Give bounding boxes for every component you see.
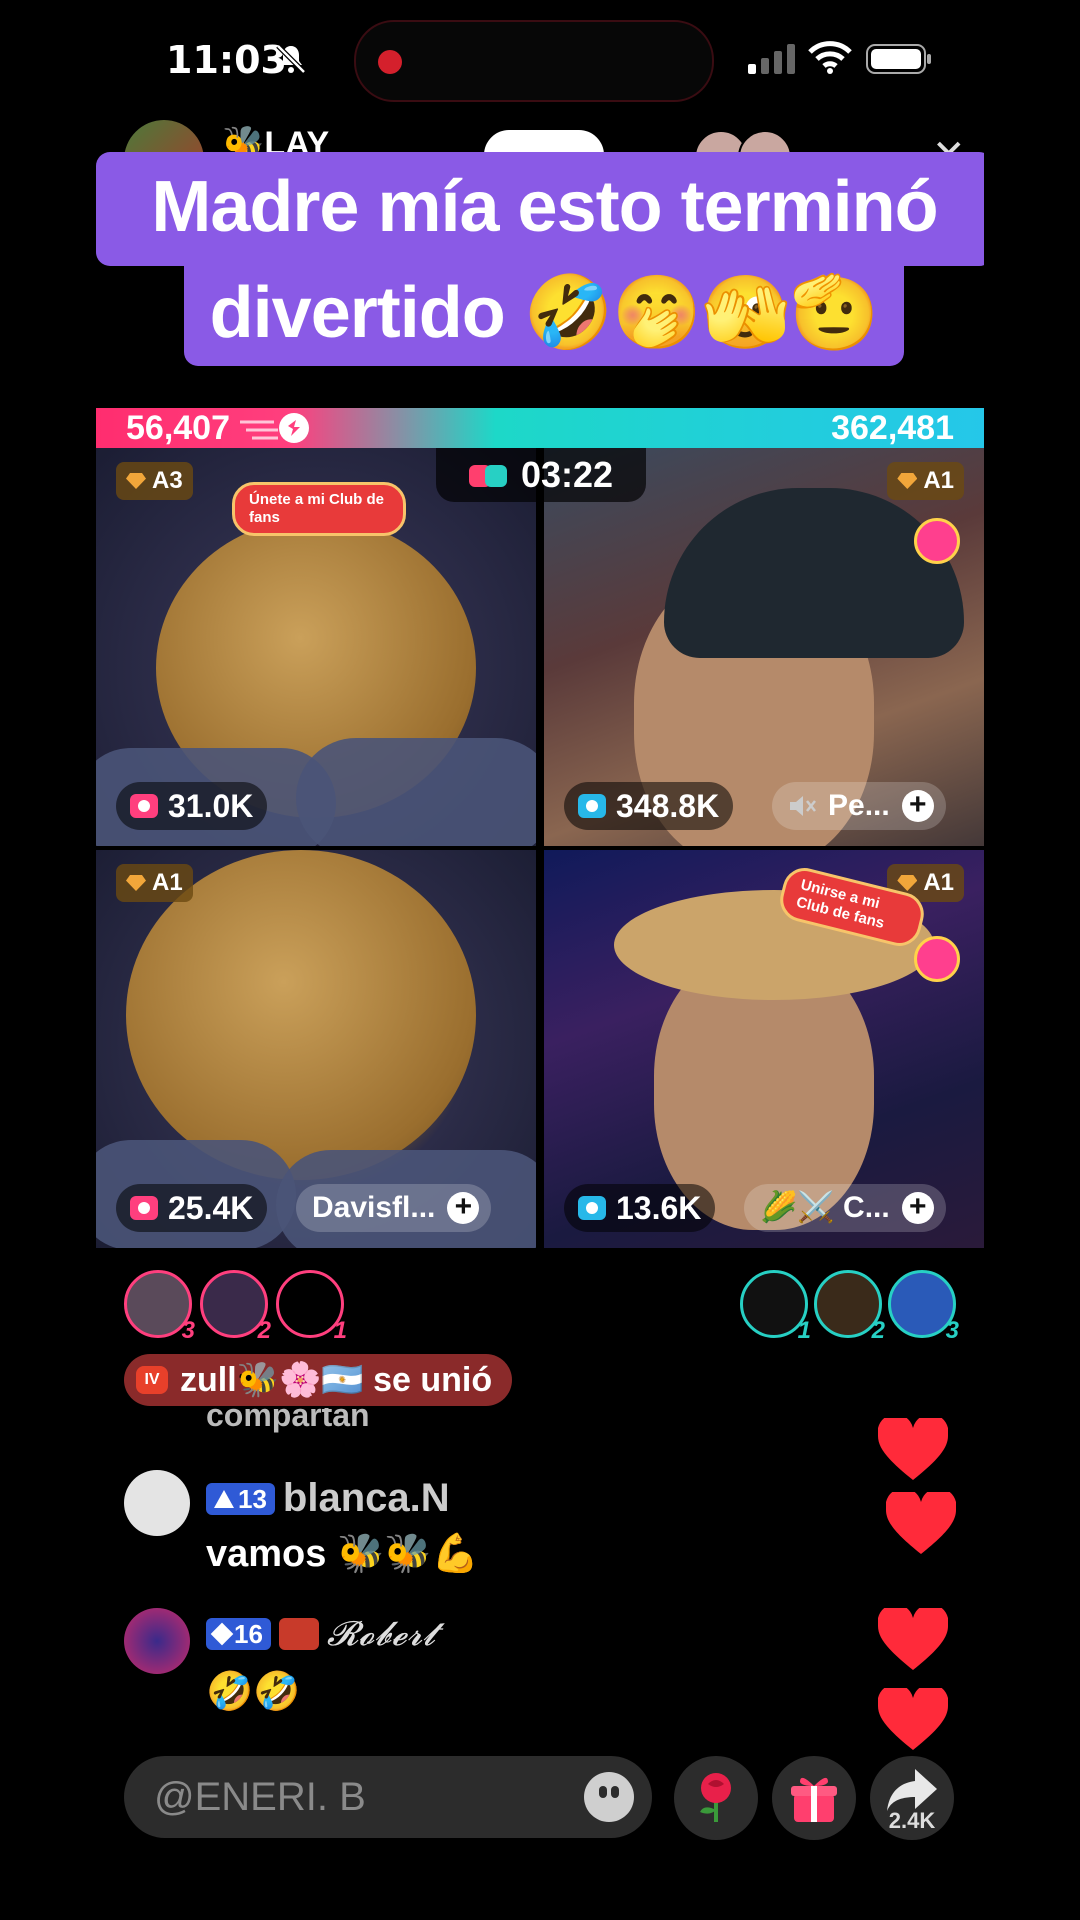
tile-name-pill[interactable]: 🌽⚔️ C... + bbox=[744, 1184, 946, 1232]
level-badge: IV bbox=[136, 1366, 168, 1394]
boost-icon[interactable] bbox=[914, 936, 960, 982]
avatar[interactable] bbox=[124, 1608, 190, 1674]
gem-icon bbox=[126, 875, 146, 891]
level-icon bbox=[214, 1489, 234, 1508]
speed-boost-icon bbox=[240, 413, 309, 443]
live-screen: 11:03 🐝LAY ✕ bbox=[96, 0, 984, 1920]
share-count: 2.4K bbox=[888, 1808, 936, 1833]
muted-icon bbox=[790, 796, 816, 816]
comment-text: 🤣🤣 bbox=[206, 1671, 301, 1713]
rose-gift-button[interactable] bbox=[674, 1756, 758, 1840]
gift-button[interactable] bbox=[772, 1756, 856, 1840]
faded-comment: compartan bbox=[206, 1408, 370, 1433]
camera-icon bbox=[130, 1196, 158, 1220]
share-button[interactable]: 2.4K bbox=[870, 1756, 954, 1840]
status-bar: 11:03 bbox=[96, 0, 984, 120]
username[interactable]: blanca.N bbox=[283, 1476, 450, 1521]
battery-icon bbox=[866, 44, 931, 74]
recording-dot-icon bbox=[378, 50, 402, 74]
plus-icon[interactable]: + bbox=[447, 1192, 480, 1224]
video-tile-3[interactable]: A1 25.4K Davisfl... + bbox=[96, 850, 536, 1248]
comment-text: vamos 🐝🐝💪 bbox=[206, 1533, 479, 1575]
supporter-avatar[interactable]: 2 bbox=[814, 1270, 885, 1344]
red-team-score: 56,407 bbox=[126, 409, 230, 447]
plus-icon[interactable]: + bbox=[901, 790, 934, 822]
tile-name-pill[interactable]: Pe... + bbox=[772, 782, 946, 830]
tile-score: 348.8K bbox=[564, 782, 734, 830]
comment-input-placeholder: @ENERI. B bbox=[154, 1775, 366, 1819]
battle-grid: A3 Únete a mi Club de fans 31.0K A1 348.… bbox=[96, 448, 984, 1250]
caption-line-1: Madre mía esto terminó bbox=[96, 152, 984, 266]
status-time: 11:03 bbox=[166, 38, 287, 82]
supporter-avatar[interactable]: 3 bbox=[888, 1270, 959, 1344]
supporter-avatar[interactable]: 3 bbox=[124, 1270, 195, 1344]
supporter-avatar[interactable]: 1 bbox=[276, 1270, 347, 1344]
level-icon bbox=[210, 1622, 234, 1646]
comment-input[interactable]: @ENERI. B bbox=[124, 1756, 652, 1838]
user-joined-banner: IV zull🐝🌸🇦🇷 se unió bbox=[124, 1354, 513, 1406]
camera-icon bbox=[578, 794, 606, 818]
share-icon bbox=[887, 1769, 937, 1811]
boxing-gloves-icon bbox=[468, 461, 509, 489]
heart-icon bbox=[886, 1492, 956, 1554]
plus-icon[interactable]: + bbox=[901, 1192, 934, 1224]
emoji-icon[interactable] bbox=[584, 1772, 634, 1822]
tile-score: 31.0K bbox=[116, 782, 268, 830]
supporter-avatar[interactable]: 1 bbox=[740, 1270, 811, 1344]
battle-score-bar: 56,407 362,481 bbox=[96, 408, 984, 448]
gem-icon bbox=[126, 473, 146, 489]
fan-club-badge[interactable]: Únete a mi Club de fans bbox=[232, 482, 406, 536]
heart-icon bbox=[878, 1418, 948, 1480]
fan-badge bbox=[278, 1618, 319, 1650]
camera-icon bbox=[578, 1196, 606, 1220]
gift-icon bbox=[791, 1777, 837, 1822]
heart-icon bbox=[878, 1688, 948, 1750]
blue-team-score: 362,481 bbox=[831, 409, 954, 447]
gem-icon bbox=[897, 473, 918, 489]
level-badge: 13 bbox=[206, 1482, 275, 1515]
caption-line-2: divertido 🤣🤭🫣🫡 bbox=[184, 264, 904, 366]
rank-badge: A1 bbox=[887, 462, 964, 500]
username[interactable]: 𝓡𝓸𝓫𝓮𝓻𝓽 bbox=[327, 1614, 435, 1654]
gem-icon bbox=[897, 875, 918, 891]
video-tile-2[interactable]: A1 348.8K Pe... + bbox=[544, 448, 984, 846]
video-tile-4[interactable]: A1 Unirse a mi Club de fans 13.6K 🌽⚔️ C.… bbox=[544, 850, 984, 1248]
camera-icon bbox=[130, 794, 158, 818]
rose-icon bbox=[700, 1773, 731, 1822]
level-badge: 16 bbox=[206, 1618, 271, 1650]
battle-timer: 03:22 bbox=[436, 448, 646, 502]
boost-icon[interactable] bbox=[914, 518, 960, 564]
dynamic-island bbox=[354, 20, 714, 102]
rank-badge: A3 bbox=[116, 462, 193, 500]
video-tile-1[interactable]: A3 Únete a mi Club de fans 31.0K bbox=[96, 448, 536, 846]
signal-icon bbox=[748, 44, 795, 74]
tile-name-pill[interactable]: Davisfl... + bbox=[296, 1184, 492, 1232]
supporter-avatar[interactable]: 2 bbox=[200, 1270, 271, 1344]
heart-icon bbox=[878, 1608, 948, 1670]
tile-score: 13.6K bbox=[564, 1184, 716, 1232]
wifi-icon bbox=[808, 41, 852, 74]
cloud bbox=[296, 738, 536, 846]
tile-score: 25.4K bbox=[116, 1184, 268, 1232]
avatar[interactable] bbox=[124, 1470, 190, 1536]
bell-slash-icon bbox=[276, 44, 306, 74]
cap bbox=[664, 488, 964, 658]
rank-badge: A1 bbox=[116, 864, 193, 902]
